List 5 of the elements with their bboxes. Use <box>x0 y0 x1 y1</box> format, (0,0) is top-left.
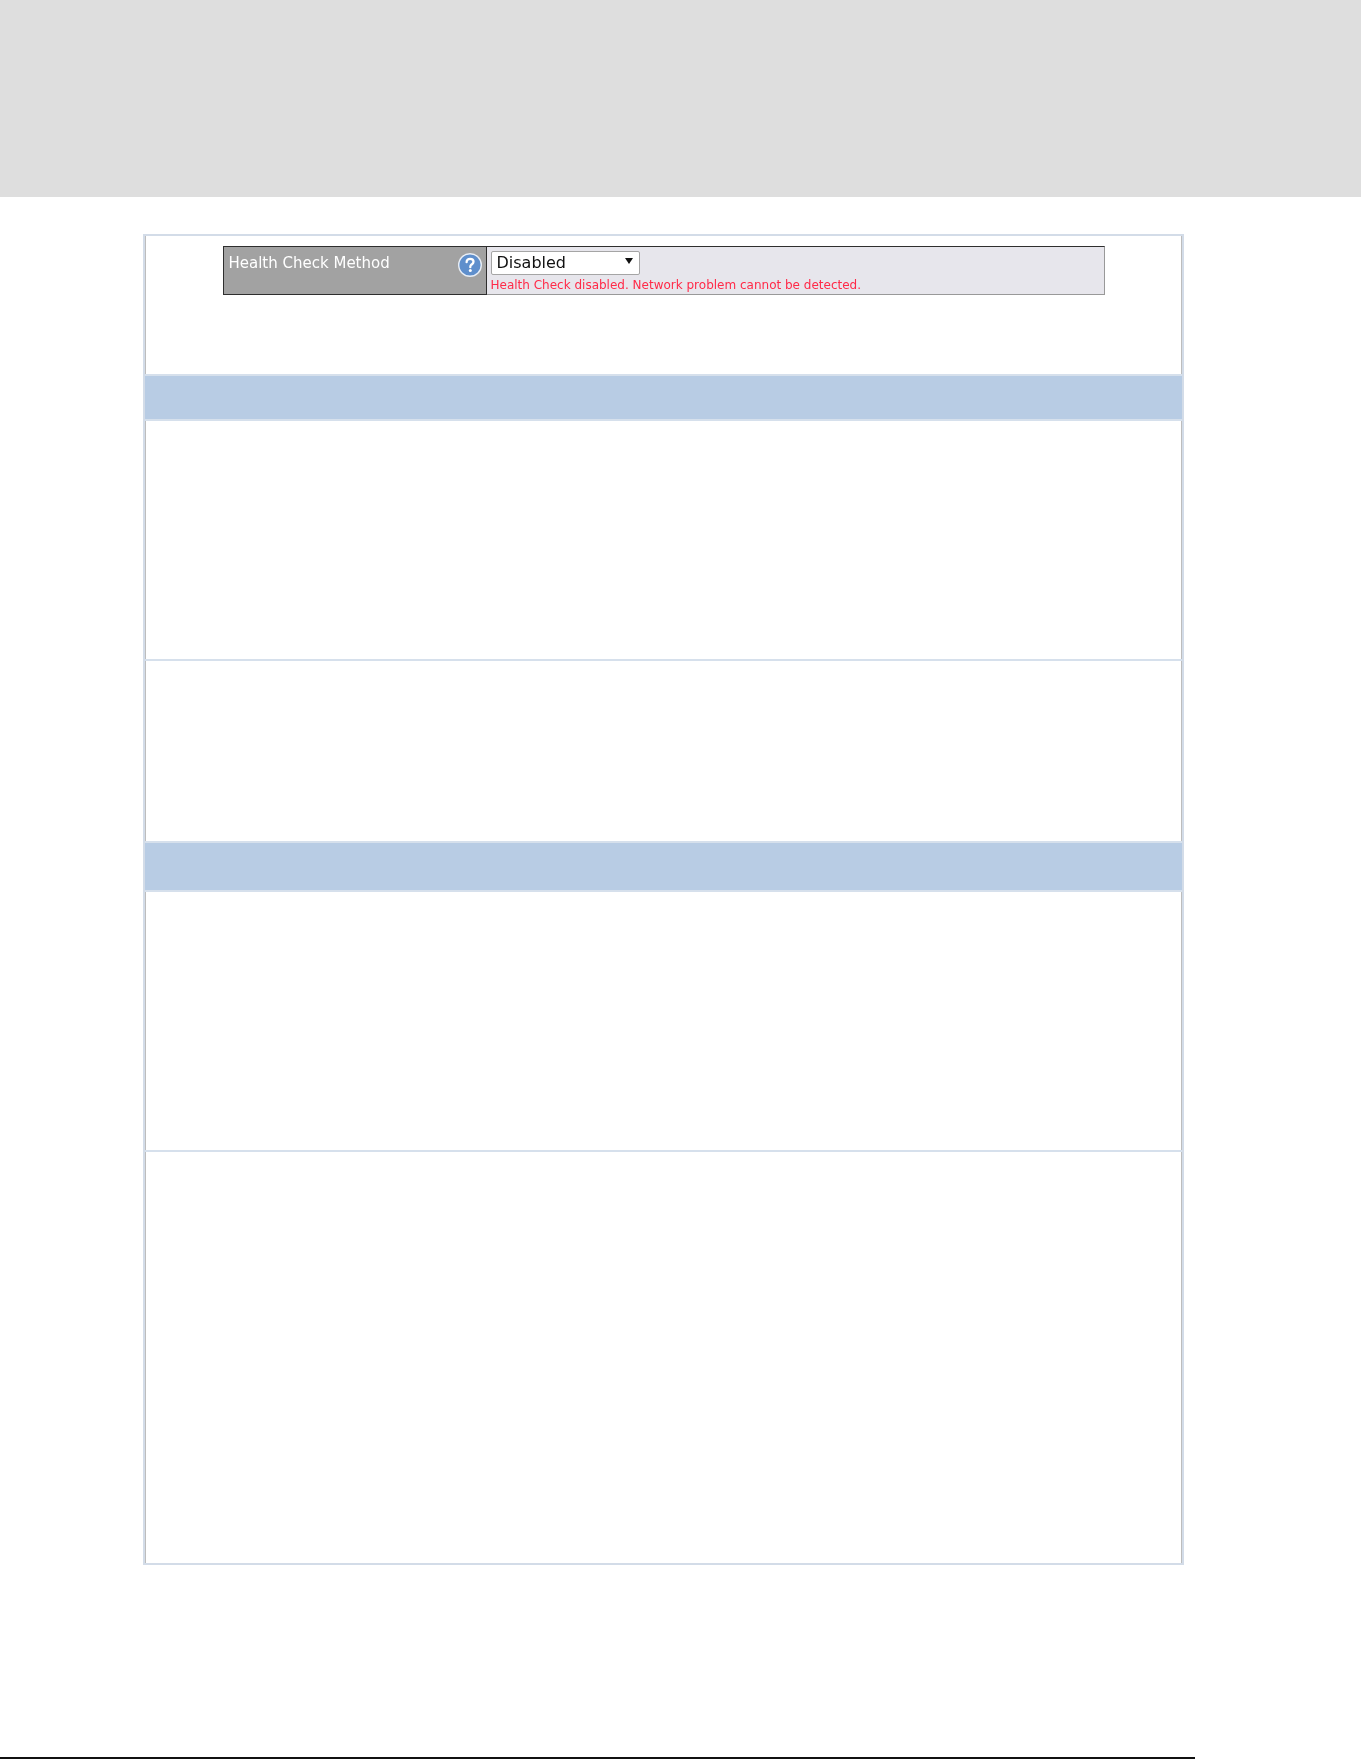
error-message: Health Check disabled. Network problem cannot be detected. <box>490 278 862 292</box>
field-label: Health Check Method <box>228 254 390 272</box>
method-select[interactable]: Disabled <box>490 251 640 275</box>
help-icon[interactable] <box>457 253 482 277</box>
caret-icon <box>624 258 633 264</box>
